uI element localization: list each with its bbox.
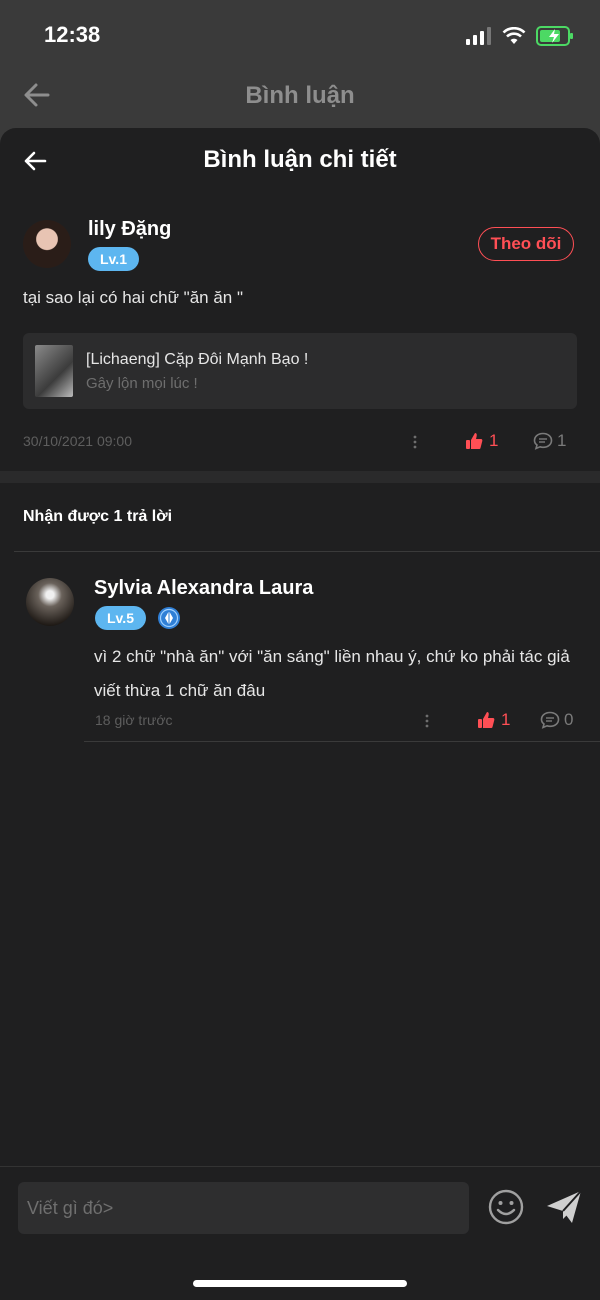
status-time: 12:38 <box>44 22 101 47</box>
battery-icon <box>536 26 573 46</box>
reply-timestamp: 18 giờ trước <box>95 712 173 728</box>
more-options-icon[interactable] <box>425 713 429 729</box>
background-header: Bình luận <box>0 70 600 130</box>
reply-like-count: 1 <box>501 710 511 729</box>
follow-button[interactable]: Theo dõi <box>478 227 574 261</box>
home-indicator <box>193 1280 407 1287</box>
story-thumbnail <box>35 345 73 397</box>
reply-user-name[interactable]: Sylvia Alexandra Laura <box>94 577 313 600</box>
like-count: 1 <box>489 431 499 450</box>
vip-diamond-icon <box>158 607 180 629</box>
send-icon[interactable] <box>544 1187 584 1227</box>
comment-input-bar <box>0 1166 600 1300</box>
comment-bubble-icon <box>540 711 560 729</box>
reply-avatar[interactable] <box>26 578 74 626</box>
like-button[interactable]: 1 <box>465 431 498 451</box>
comment-input[interactable] <box>18 1182 469 1234</box>
wifi-icon <box>502 27 526 44</box>
story-subtitle: Gây lộn mọi lúc ! <box>86 375 198 392</box>
reply-like-button[interactable]: 1 <box>477 710 510 730</box>
reply-reply-count: 0 <box>564 710 574 729</box>
divider <box>14 551 600 552</box>
status-bar: 12:38 <box>0 0 600 70</box>
thumbs-up-icon <box>478 712 495 728</box>
emoji-icon[interactable] <box>487 1188 525 1226</box>
section-divider <box>0 471 600 483</box>
level-badge: Lv.1 <box>88 247 139 271</box>
signal-icon <box>466 27 491 45</box>
replies-header: Nhận được 1 trả lời <box>23 508 173 525</box>
comment-bubble-icon <box>533 432 553 450</box>
thumbs-up-icon <box>466 433 483 449</box>
background-title: Bình luận <box>245 82 355 109</box>
reply-text: vì 2 chữ "nhà ăn" với "ăn sáng" liền nha… <box>94 647 570 700</box>
more-options-icon[interactable] <box>413 434 417 450</box>
story-title: [Lichaeng] Cặp Đôi Mạnh Bạo ! <box>86 351 309 368</box>
status-icons <box>466 26 574 46</box>
comment-user-name[interactable]: lily Đặng <box>88 218 171 241</box>
story-card[interactable]: [Lichaeng] Cặp Đôi Mạnh Bạo ! Gây lộn mọ… <box>23 333 577 409</box>
avatar[interactable] <box>23 220 71 268</box>
sheet-header: Bình luận chi tiết <box>0 128 600 196</box>
comment-timestamp: 30/10/2021 09:00 <box>23 433 132 449</box>
sheet-title: Bình luận chi tiết <box>203 146 397 173</box>
reply-button[interactable]: 1 <box>533 431 566 451</box>
comment-detail-sheet: Bình luận chi tiết lily Đặng Lv.1 Theo d… <box>0 128 600 1299</box>
divider <box>84 741 600 742</box>
reply-count: 1 <box>557 431 567 450</box>
comment-text: tại sao lại có hai chữ "ăn ăn " <box>23 288 244 307</box>
level-badge: Lv.5 <box>95 606 146 630</box>
reply-reply-button[interactable]: 0 <box>540 710 573 730</box>
